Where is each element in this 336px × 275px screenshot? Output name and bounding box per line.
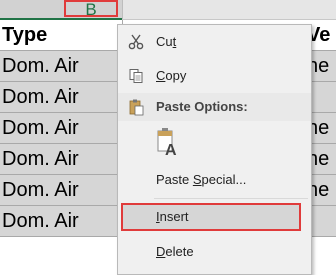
cell-header-type[interactable]: Type [0, 20, 123, 50]
menu-separator [154, 198, 308, 199]
menu-label: Paste Special... [156, 172, 247, 187]
cell-text: Dom. Air [2, 55, 79, 77]
cell-b[interactable]: Dom. Air [0, 206, 123, 236]
cell-text: Dom. Air [2, 210, 79, 232]
cell-text: Type [2, 24, 48, 46]
cell-b[interactable]: Dom. Air [0, 82, 123, 112]
column-header-c[interactable] [123, 0, 336, 19]
context-menu: Cut Copy Paste Options: A Paste Special.… [117, 24, 312, 275]
cell-b[interactable]: Dom. Air [0, 51, 123, 81]
paste-options-label: Paste Options: [156, 99, 248, 114]
cell-text: Dom. Air [2, 148, 79, 170]
menu-item-copy[interactable]: Copy [118, 61, 311, 90]
menu-item-paste-special[interactable]: Paste Special... [118, 165, 311, 194]
menu-item-delete[interactable]: Delete [118, 237, 311, 266]
menu-label: Copy [156, 68, 187, 83]
svg-text:A: A [165, 142, 177, 159]
cell-b[interactable]: Dom. Air [0, 113, 123, 143]
menu-item-cut[interactable]: Cut [118, 27, 311, 56]
paste-options-header: Paste Options: [118, 93, 311, 121]
copy-icon [125, 61, 147, 90]
cell-b[interactable]: Dom. Air [0, 175, 123, 205]
cell-text: Dom. Air [2, 86, 79, 108]
menu-label: Cut [156, 34, 177, 49]
cell-text: Dom. Air [2, 117, 79, 139]
cell-b[interactable]: Dom. Air [0, 144, 123, 174]
cell-text: Dom. Air [2, 179, 79, 201]
clipboard-icon [125, 93, 147, 121]
menu-label: Insert [156, 209, 189, 224]
paste-values-icon[interactable]: A [156, 125, 180, 159]
column-header-row: B [0, 0, 336, 20]
menu-label: Delete [156, 244, 194, 259]
scissors-icon [125, 27, 147, 56]
column-b-letter[interactable]: B [64, 0, 118, 18]
menu-item-insert[interactable]: Insert [118, 203, 311, 232]
